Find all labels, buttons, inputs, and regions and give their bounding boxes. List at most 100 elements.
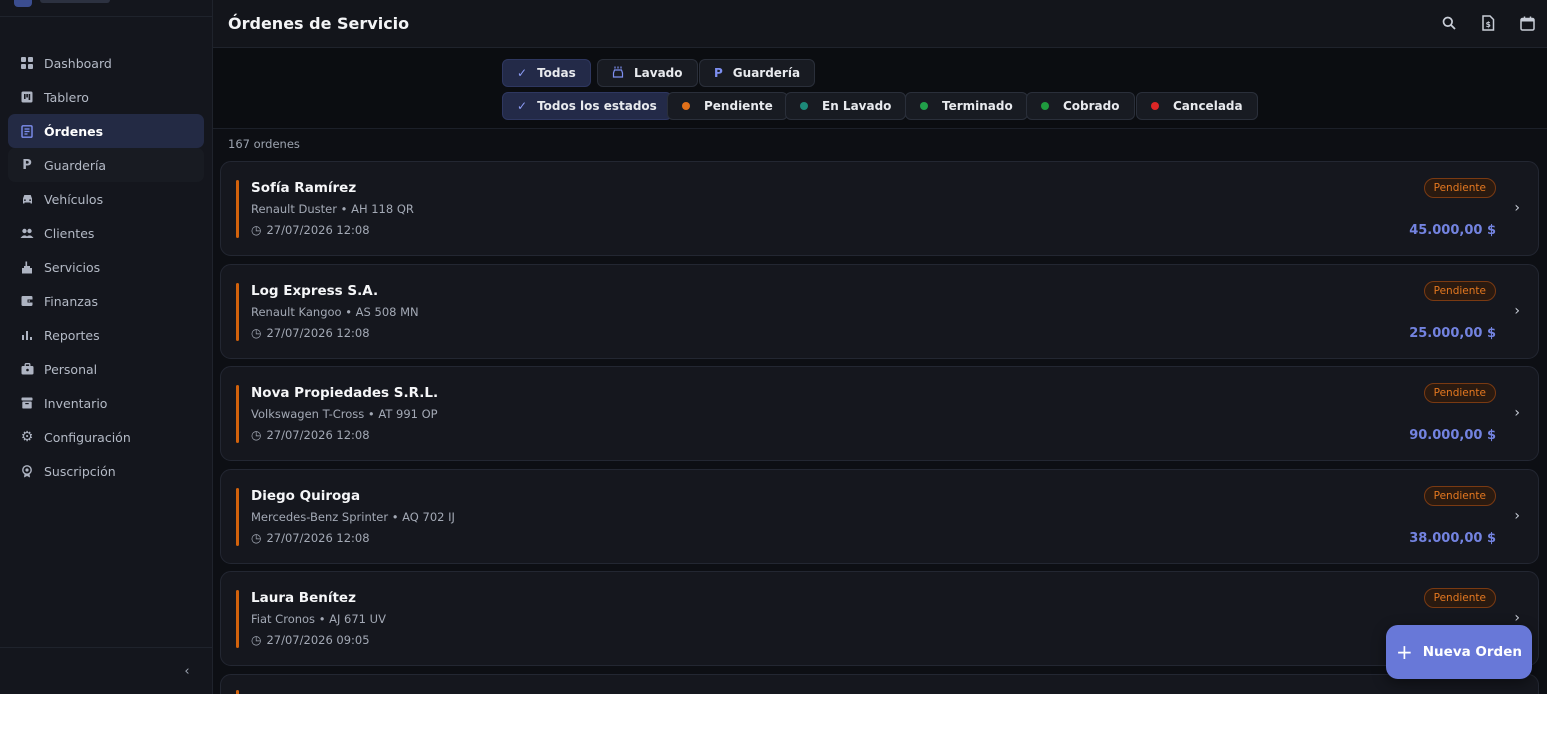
client-name: Nova Propiedades S.R.L.	[251, 385, 439, 401]
sidebar-item-guarderia[interactable]: P Guardería	[8, 148, 204, 182]
status-accent-bar	[236, 180, 239, 238]
filter-status-terminado[interactable]: Terminado	[905, 92, 1028, 120]
chevron-right-icon: ›	[1514, 508, 1520, 524]
filter-type-lavado[interactable]: Lavado	[597, 59, 698, 87]
date-text: 27/07/2026 12:08	[266, 531, 370, 545]
chip-label: Guardería	[732, 66, 801, 80]
sidebar-item-clientes[interactable]: Clientes	[8, 216, 204, 250]
sidebar-item-label: Finanzas	[44, 293, 98, 309]
order-amount: 45.000,00 $	[1409, 223, 1496, 238]
filter-status-cancelada[interactable]: Cancelada	[1136, 92, 1258, 120]
chevron-right-icon: ›	[1514, 303, 1520, 319]
sidebar-item-suscripcion[interactable]: Suscripción	[8, 454, 204, 488]
filter-status-en-lavado[interactable]: En Lavado	[785, 92, 907, 120]
client-name: Diego Quiroga	[251, 488, 361, 504]
order-card[interactable]: Diego Quiroga Mercedes-Benz Sprinter • A…	[220, 469, 1539, 564]
sidebar-item-configuracion[interactable]: ⚙ Configuración	[8, 420, 204, 454]
car-wash-icon	[612, 66, 624, 81]
chevron-left-icon: ‹	[184, 663, 190, 679]
order-card[interactable]: Log Express S.A. Renault Kangoo • AS 508…	[220, 264, 1539, 359]
clock-icon: ◷	[251, 428, 262, 442]
client-name: Laura Benítez	[251, 590, 356, 606]
sidebar-item-finanzas[interactable]: Finanzas	[8, 284, 204, 318]
calendar-icon	[1519, 16, 1535, 31]
brand[interactable]	[14, 0, 110, 10]
vehicle-info: Volkswagen T-Cross • AT 991 OP	[251, 407, 438, 421]
filter-type-guarderia[interactable]: P Guardería	[699, 59, 816, 87]
sidebar: Dashboard Tablero Órdenes P Guardería Ve…	[0, 0, 213, 694]
check-icon: ✓	[517, 66, 528, 80]
results-count: 167 ordenes	[228, 137, 300, 151]
sidebar-item-vehiculos[interactable]: Vehículos	[8, 182, 204, 216]
plus-icon: +	[1395, 640, 1413, 664]
vehicle-info: Renault Kangoo • AS 508 MN	[251, 305, 419, 319]
sidebar-item-label: Vehículos	[44, 191, 104, 207]
divider	[0, 647, 213, 648]
status-dot	[1151, 102, 1159, 110]
car-icon	[20, 192, 34, 206]
sidebar-item-ordenes[interactable]: Órdenes	[8, 114, 204, 148]
order-date: ◷ 27/07/2026 12:08	[251, 223, 370, 237]
new-order-button[interactable]: + Nueva Orden	[1386, 625, 1532, 679]
sidebar-item-inventario[interactable]: Inventario	[8, 386, 204, 420]
gear-icon: ⚙	[20, 429, 34, 445]
sidebar-item-dashboard[interactable]: Dashboard	[8, 46, 204, 80]
order-card[interactable]: Sofía Ramírez Renault Duster • AH 118 QR…	[220, 161, 1539, 256]
sidebar-item-tablero[interactable]: Tablero	[8, 80, 204, 114]
sidebar-nav: Dashboard Tablero Órdenes P Guardería Ve…	[8, 46, 204, 488]
vehicle-info: Renault Duster • AH 118 QR	[251, 202, 414, 216]
order-date: ◷ 27/07/2026 09:05	[251, 633, 370, 647]
top-header: Órdenes de Servicio $	[213, 0, 1547, 48]
calendar-button[interactable]	[1518, 14, 1536, 32]
chip-label: Cancelada	[1173, 99, 1243, 113]
brand-logo	[14, 0, 32, 7]
order-date: ◷ 27/07/2026 12:08	[251, 531, 370, 545]
order-amount: 90.000,00 $	[1409, 428, 1496, 443]
sidebar-item-personal[interactable]: Personal	[8, 352, 204, 386]
filter-status-cobrado[interactable]: Cobrado	[1026, 92, 1135, 120]
status-badge: Pendiente	[1423, 588, 1496, 608]
chevron-right-icon: ›	[1514, 405, 1520, 421]
svg-text:$: $	[1486, 20, 1491, 29]
date-text: 27/07/2026 12:08	[266, 428, 370, 442]
search-button[interactable]	[1440, 14, 1458, 32]
chip-label: Pendiente	[704, 99, 773, 113]
sidebar-item-label: Servicios	[44, 259, 101, 275]
wallet-icon	[20, 294, 34, 308]
filter-status-pendiente[interactable]: Pendiente	[667, 92, 788, 120]
sidebar-item-label: Clientes	[44, 225, 95, 241]
status-badge: Pendiente	[1423, 383, 1496, 403]
sidebar-item-label: Órdenes	[44, 123, 104, 139]
invoice-button[interactable]: $	[1479, 14, 1497, 32]
order-amount: 38.000,00 $	[1409, 531, 1496, 546]
sidebar-item-label: Reportes	[44, 327, 100, 343]
order-date: ◷ 27/07/2026 12:08	[251, 326, 370, 340]
chip-label: En Lavado	[822, 99, 892, 113]
order-card[interactable]	[220, 674, 1539, 694]
divider	[0, 16, 213, 17]
clock-icon: ◷	[251, 326, 262, 340]
status-accent-bar	[236, 283, 239, 341]
app-window: Dashboard Tablero Órdenes P Guardería Ve…	[0, 0, 1547, 694]
status-accent-bar	[236, 385, 239, 443]
order-card[interactable]: Laura Benítez Fiat Cronos • AJ 671 UV ◷ …	[220, 571, 1539, 666]
chip-label: Todas	[537, 66, 576, 80]
vehicle-info: Fiat Cronos • AJ 671 UV	[251, 612, 386, 626]
wash-icon	[20, 260, 34, 274]
vehicle-info: Mercedes-Benz Sprinter • AQ 702 IJ	[251, 510, 455, 524]
sidebar-item-label: Inventario	[44, 395, 108, 411]
status-badge: Pendiente	[1423, 178, 1496, 198]
filter-status-todos[interactable]: ✓ Todos los estados	[502, 92, 672, 120]
chart-icon	[20, 328, 34, 342]
order-date: ◷ 27/07/2026 12:08	[251, 428, 370, 442]
order-card[interactable]: Nova Propiedades S.R.L. Volkswagen T-Cro…	[220, 366, 1539, 461]
sidebar-item-reportes[interactable]: Reportes	[8, 318, 204, 352]
board-icon	[20, 90, 34, 104]
page-title: Órdenes de Servicio	[228, 14, 410, 33]
collapse-sidebar-button[interactable]: ‹	[178, 662, 196, 680]
client-name: Log Express S.A.	[251, 283, 379, 299]
status-dot	[682, 102, 690, 110]
sidebar-item-servicios[interactable]: Servicios	[8, 250, 204, 284]
parking-icon: P	[714, 66, 723, 80]
filter-type-todas[interactable]: ✓ Todas	[502, 59, 591, 87]
